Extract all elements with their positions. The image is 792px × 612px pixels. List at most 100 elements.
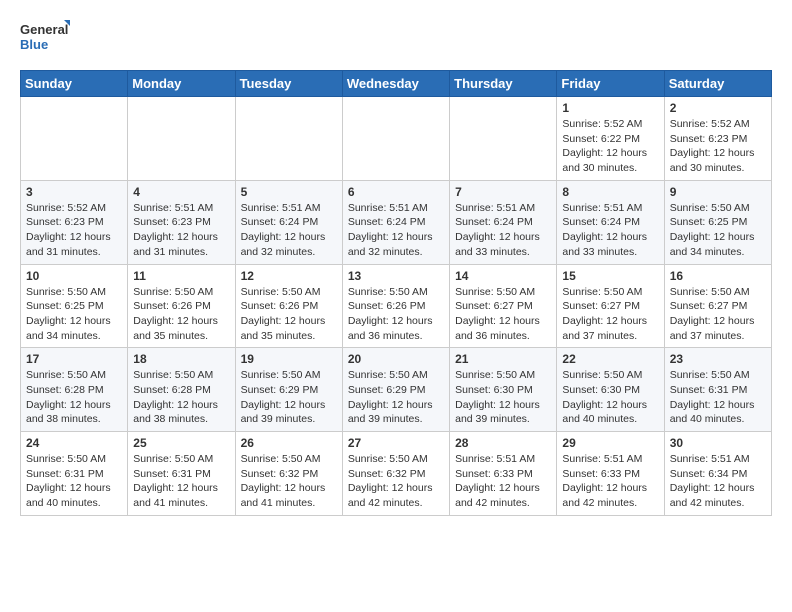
page: General Blue SundayMondayTuesdayWednesda… [0,0,792,534]
calendar-day-cell [21,97,128,181]
calendar-day-cell [128,97,235,181]
day-number: 5 [241,185,337,199]
calendar-week-row: 24 Sunrise: 5:50 AM Sunset: 6:31 PM Dayli… [21,432,772,516]
day-info: Sunrise: 5:50 AM Sunset: 6:26 PM Dayligh… [133,285,229,344]
day-number: 2 [670,101,766,115]
day-info: Sunrise: 5:51 AM Sunset: 6:24 PM Dayligh… [562,201,658,260]
day-info: Sunrise: 5:52 AM Sunset: 6:23 PM Dayligh… [670,117,766,176]
day-number: 15 [562,269,658,283]
day-of-week-header: Wednesday [342,71,449,97]
day-number: 21 [455,352,551,366]
header: General Blue [20,18,772,58]
day-info: Sunrise: 5:50 AM Sunset: 6:28 PM Dayligh… [133,368,229,427]
calendar-day-cell: 22 Sunrise: 5:50 AM Sunset: 6:30 PM Dayli… [557,348,664,432]
calendar-week-row: 1 Sunrise: 5:52 AM Sunset: 6:22 PM Daylig… [21,97,772,181]
day-info: Sunrise: 5:50 AM Sunset: 6:29 PM Dayligh… [241,368,337,427]
calendar-day-cell: 1 Sunrise: 5:52 AM Sunset: 6:22 PM Daylig… [557,97,664,181]
calendar-day-cell: 9Sunrise: 5:50 AM Sunset: 6:25 PM Daylig… [664,180,771,264]
calendar-day-cell: 5 Sunrise: 5:51 AM Sunset: 6:24 PM Daylig… [235,180,342,264]
day-info: Sunrise: 5:50 AM Sunset: 6:32 PM Dayligh… [241,452,337,511]
calendar-week-row: 17 Sunrise: 5:50 AM Sunset: 6:28 PM Dayli… [21,348,772,432]
day-info: Sunrise: 5:52 AM Sunset: 6:23 PM Dayligh… [26,201,122,260]
day-number: 4 [133,185,229,199]
calendar-day-cell: 11 Sunrise: 5:50 AM Sunset: 6:26 PM Dayli… [128,264,235,348]
calendar-day-cell: 8 Sunrise: 5:51 AM Sunset: 6:24 PM Daylig… [557,180,664,264]
calendar-day-cell: 23 Sunrise: 5:50 AM Sunset: 6:31 PM Dayli… [664,348,771,432]
day-number: 30 [670,436,766,450]
calendar-day-cell: 28 Sunrise: 5:51 AM Sunset: 6:33 PM Dayli… [450,432,557,516]
calendar-day-cell: 12Sunrise: 5:50 AM Sunset: 6:26 PM Dayli… [235,264,342,348]
calendar-day-cell: 14 Sunrise: 5:50 AM Sunset: 6:27 PM Dayli… [450,264,557,348]
calendar-day-cell: 25 Sunrise: 5:50 AM Sunset: 6:31 PM Dayli… [128,432,235,516]
day-info: Sunrise: 5:51 AM Sunset: 6:24 PM Dayligh… [241,201,337,260]
calendar-table: SundayMondayTuesdayWednesdayThursdayFrid… [20,70,772,516]
day-info: Sunrise: 5:50 AM Sunset: 6:31 PM Dayligh… [133,452,229,511]
calendar-day-cell: 16 Sunrise: 5:50 AM Sunset: 6:27 PM Dayli… [664,264,771,348]
calendar-day-cell: 30 Sunrise: 5:51 AM Sunset: 6:34 PM Dayli… [664,432,771,516]
day-info: Sunrise: 5:50 AM Sunset: 6:26 PM Dayligh… [241,285,337,344]
day-info: Sunrise: 5:51 AM Sunset: 6:33 PM Dayligh… [455,452,551,511]
calendar-day-cell: 2 Sunrise: 5:52 AM Sunset: 6:23 PM Daylig… [664,97,771,181]
calendar-day-cell [235,97,342,181]
day-of-week-header: Tuesday [235,71,342,97]
day-number: 28 [455,436,551,450]
day-number: 25 [133,436,229,450]
day-info: Sunrise: 5:50 AM Sunset: 6:32 PM Dayligh… [348,452,444,511]
day-number: 1 [562,101,658,115]
day-info: Sunrise: 5:50 AM Sunset: 6:31 PM Dayligh… [670,368,766,427]
svg-text:Blue: Blue [20,37,48,52]
day-of-week-header: Thursday [450,71,557,97]
calendar-day-cell: 3Sunrise: 5:52 AM Sunset: 6:23 PM Daylig… [21,180,128,264]
calendar-day-cell: 29 Sunrise: 5:51 AM Sunset: 6:33 PM Dayli… [557,432,664,516]
day-number: 14 [455,269,551,283]
day-info: Sunrise: 5:50 AM Sunset: 6:31 PM Dayligh… [26,452,122,511]
day-number: 19 [241,352,337,366]
day-number: 29 [562,436,658,450]
calendar-day-cell: 4 Sunrise: 5:51 AM Sunset: 6:23 PM Daylig… [128,180,235,264]
calendar-day-cell: 24 Sunrise: 5:50 AM Sunset: 6:31 PM Dayli… [21,432,128,516]
day-info: Sunrise: 5:51 AM Sunset: 6:23 PM Dayligh… [133,201,229,260]
day-number: 8 [562,185,658,199]
day-number: 11 [133,269,229,283]
calendar-day-cell: 19 Sunrise: 5:50 AM Sunset: 6:29 PM Dayli… [235,348,342,432]
logo-svg: General Blue [20,18,70,58]
day-info: Sunrise: 5:51 AM Sunset: 6:33 PM Dayligh… [562,452,658,511]
day-number: 18 [133,352,229,366]
calendar-week-row: 10Sunrise: 5:50 AM Sunset: 6:25 PM Dayli… [21,264,772,348]
day-info: Sunrise: 5:51 AM Sunset: 6:34 PM Dayligh… [670,452,766,511]
day-number: 17 [26,352,122,366]
day-info: Sunrise: 5:51 AM Sunset: 6:24 PM Dayligh… [348,201,444,260]
day-number: 23 [670,352,766,366]
day-info: Sunrise: 5:50 AM Sunset: 6:25 PM Dayligh… [26,285,122,344]
calendar-day-cell: 18 Sunrise: 5:50 AM Sunset: 6:28 PM Dayli… [128,348,235,432]
calendar-day-cell: 20Sunrise: 5:50 AM Sunset: 6:29 PM Dayli… [342,348,449,432]
calendar-week-row: 3Sunrise: 5:52 AM Sunset: 6:23 PM Daylig… [21,180,772,264]
day-info: Sunrise: 5:50 AM Sunset: 6:30 PM Dayligh… [455,368,551,427]
calendar-day-cell: 27Sunrise: 5:50 AM Sunset: 6:32 PM Dayli… [342,432,449,516]
day-info: Sunrise: 5:50 AM Sunset: 6:28 PM Dayligh… [26,368,122,427]
calendar-day-cell: 7 Sunrise: 5:51 AM Sunset: 6:24 PM Daylig… [450,180,557,264]
svg-text:General: General [20,22,68,37]
calendar-day-cell: 26 Sunrise: 5:50 AM Sunset: 6:32 PM Dayli… [235,432,342,516]
day-number: 9 [670,185,766,199]
day-info: Sunrise: 5:50 AM Sunset: 6:30 PM Dayligh… [562,368,658,427]
calendar-day-cell [450,97,557,181]
day-info: Sunrise: 5:50 AM Sunset: 6:27 PM Dayligh… [562,285,658,344]
calendar-day-cell: 10Sunrise: 5:50 AM Sunset: 6:25 PM Dayli… [21,264,128,348]
day-of-week-header: Saturday [664,71,771,97]
day-number: 22 [562,352,658,366]
calendar-day-cell [342,97,449,181]
day-info: Sunrise: 5:52 AM Sunset: 6:22 PM Dayligh… [562,117,658,176]
day-number: 16 [670,269,766,283]
day-number: 13 [348,269,444,283]
logo: General Blue [20,18,70,58]
day-number: 7 [455,185,551,199]
day-number: 26 [241,436,337,450]
day-info: Sunrise: 5:50 AM Sunset: 6:27 PM Dayligh… [670,285,766,344]
day-of-week-header: Sunday [21,71,128,97]
day-of-week-header: Friday [557,71,664,97]
day-number: 24 [26,436,122,450]
day-info: Sunrise: 5:50 AM Sunset: 6:27 PM Dayligh… [455,285,551,344]
day-info: Sunrise: 5:51 AM Sunset: 6:24 PM Dayligh… [455,201,551,260]
day-info: Sunrise: 5:50 AM Sunset: 6:29 PM Dayligh… [348,368,444,427]
